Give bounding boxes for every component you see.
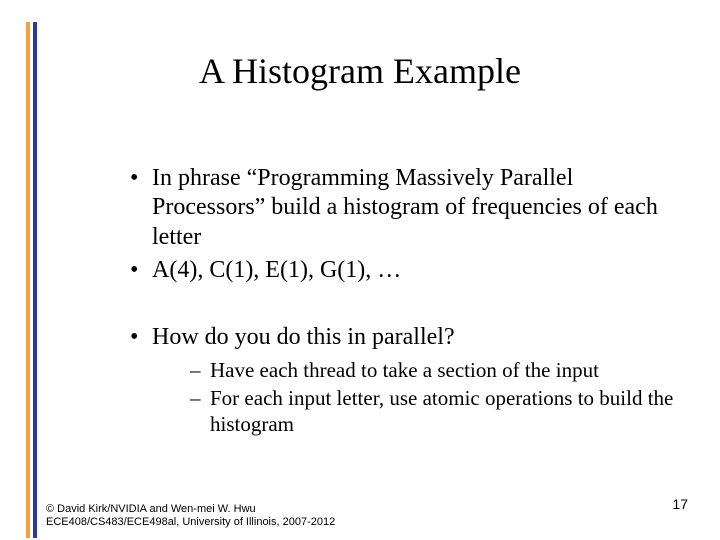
bullet-3-text: How do you do this in parallel? [152, 324, 455, 350]
bullet-1: In phrase “Programming Massively Paralle… [130, 164, 680, 252]
accent-stripe-orange [26, 22, 30, 538]
page-number: 17 [672, 496, 688, 512]
accent-stripe-blue [33, 22, 37, 538]
bullet-2: A(4), C(1), E(1), G(1), … [130, 256, 680, 285]
sub-bullet-2: For each input letter, use atomic operat… [190, 386, 680, 437]
slide-title: A Histogram Example [0, 50, 720, 92]
sub-bullets: Have each thread to take a section of th… [152, 358, 680, 437]
footer-credit: © David Kirk/NVIDIA and Wen-mei W. Hwu E… [46, 503, 366, 531]
slide-body: In phrase “Programming Massively Paralle… [90, 164, 680, 441]
sub-bullet-1: Have each thread to take a section of th… [190, 358, 680, 384]
bullet-3: How do you do this in parallel? Have eac… [130, 323, 680, 437]
